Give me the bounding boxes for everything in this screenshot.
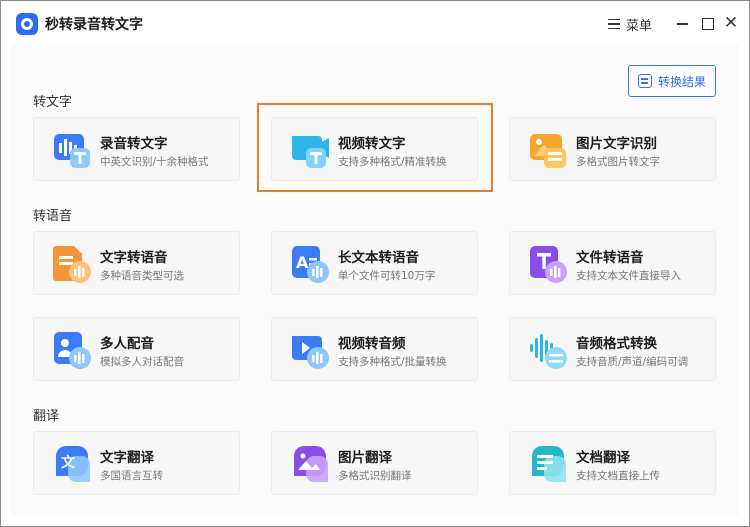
minimize-button[interactable] [674, 14, 692, 32]
card-name: 文字翻译 [100, 450, 154, 466]
card-name: 音频格式转换 [576, 336, 657, 352]
svg-text:文: 文 [61, 454, 76, 471]
card-desc: 多种语音类型可选 [100, 270, 184, 282]
card-desc: 中英文识别/十余种格式 [100, 156, 209, 168]
menu-button[interactable]: 菜单 [608, 15, 653, 34]
card-image-text-ocr[interactable]: 图片文字识别 多格式图片转文字 [509, 117, 716, 181]
card-name: 录音转文字 [100, 136, 168, 152]
image-ocr-icon [530, 134, 566, 168]
multi-dubbing-icon [54, 332, 91, 369]
text-to-speech-icon [53, 246, 91, 283]
long-text-to-speech-icon: A [292, 246, 329, 283]
card-name: 文档翻译 [576, 450, 630, 466]
card-name: 多人配音 [100, 336, 154, 352]
section-title-translate: 翻译 [33, 409, 60, 424]
card-video-to-audio[interactable]: 视频转音频 支持多种格式/批量转换 [271, 317, 478, 381]
card-image-translate[interactable]: 图片翻译 多格式识别翻译 [271, 431, 478, 495]
file-to-speech-icon [530, 246, 567, 283]
card-name: 图片文字识别 [576, 136, 657, 152]
text-translate-icon: 文 [56, 446, 90, 482]
section-title-to-speech: 转语音 [33, 209, 73, 224]
svg-text:A: A [296, 253, 309, 272]
results-icon [637, 74, 652, 88]
menu-label: 菜单 [626, 18, 653, 34]
selected-card-highlight [257, 103, 493, 192]
doc-translate-icon [532, 446, 566, 482]
card-audio-to-text[interactable]: 录音转文字 中英文识别/十余种格式 [33, 117, 240, 181]
card-text-to-speech[interactable]: 文字转语音 多种语音类型可选 [33, 231, 240, 295]
card-desc: 多国语言互转 [100, 470, 163, 482]
card-text-translate[interactable]: 文 文字翻译 多国语言互转 [33, 431, 240, 495]
maximize-button[interactable] [698, 14, 716, 32]
audio-format-icon [530, 334, 567, 369]
card-long-text-to-speech[interactable]: A 长文本转语音 单个文件可转10万字 [271, 231, 478, 295]
card-file-to-speech[interactable]: 文件转语音 支持文本文件直接导入 [509, 231, 716, 295]
card-name: 文字转语音 [100, 250, 168, 266]
card-desc: 多格式图片转文字 [576, 156, 660, 168]
card-multi-dubbing[interactable]: 多人配音 模拟多人对话配音 [33, 317, 240, 381]
conversion-results-label: 转换结果 [657, 74, 706, 89]
card-desc: 支持文本文件直接导入 [576, 270, 681, 282]
card-desc: 支持多种格式/批量转换 [338, 356, 447, 368]
card-desc: 多格式识别翻译 [338, 470, 412, 482]
card-desc: 单个文件可转10万字 [338, 270, 436, 282]
card-name: 视频转音频 [338, 336, 406, 352]
app-title: 秒转录音转文字 [45, 17, 143, 33]
conversion-results-button[interactable]: 转换结果 [628, 65, 716, 97]
card-name: 文件转语音 [576, 250, 644, 266]
video-to-audio-icon [292, 336, 329, 369]
card-doc-translate[interactable]: 文档翻译 支持文档直接上传 [509, 431, 716, 495]
card-desc: 模拟多人对话配音 [100, 356, 184, 368]
card-desc: 支持音质/声道/编码可调 [576, 356, 689, 368]
hamburger-icon [608, 18, 620, 30]
card-desc: 支持文档直接上传 [576, 470, 660, 482]
card-name: 图片翻译 [338, 450, 392, 466]
card-audio-format-convert[interactable]: 音频格式转换 支持音质/声道/编码可调 [509, 317, 716, 381]
card-name: 长文本转语音 [338, 250, 419, 266]
audio-to-text-icon [54, 134, 90, 168]
section-title-to-text: 转文字 [33, 95, 73, 110]
image-translate-icon [294, 446, 328, 482]
app-logo-icon [16, 13, 38, 35]
title-bar: 秒转录音转文字 菜单 ✕ [1, 1, 749, 45]
close-button[interactable]: ✕ [722, 14, 740, 32]
